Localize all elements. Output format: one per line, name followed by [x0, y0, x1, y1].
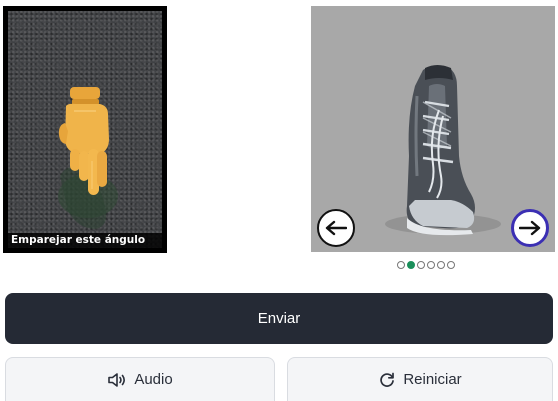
carousel-pagination — [397, 260, 455, 270]
refresh-icon — [378, 371, 396, 389]
arrow-right-icon — [519, 220, 541, 236]
audio-button-label: Audio — [134, 371, 173, 388]
audio-button[interactable]: Audio — [5, 357, 275, 401]
reference-image-frame: Emparejar este ángulo — [3, 6, 167, 253]
captcha-widget: Emparejar este ángulo Enviar Audio Reini… — [0, 0, 558, 401]
previous-image-button[interactable] — [317, 209, 355, 247]
reference-caption: Emparejar este ángulo — [8, 233, 162, 248]
speaker-icon — [107, 372, 127, 388]
hand-pointing-down-icon — [58, 87, 118, 229]
next-image-button[interactable] — [511, 209, 549, 247]
pagination-dot[interactable] — [397, 261, 405, 269]
pagination-dot[interactable] — [417, 261, 425, 269]
reference-image: Emparejar este ángulo — [8, 11, 162, 248]
arrow-left-icon — [325, 220, 347, 236]
pagination-dot[interactable] — [447, 261, 455, 269]
rotation-image-carousel — [311, 6, 555, 252]
reset-button-label: Reiniciar — [403, 371, 462, 388]
reset-button[interactable]: Reiniciar — [287, 357, 553, 401]
submit-button-label: Enviar — [257, 310, 301, 327]
pagination-dot[interactable] — [437, 261, 445, 269]
submit-button[interactable]: Enviar — [5, 293, 553, 344]
pagination-dot-active[interactable] — [407, 261, 415, 269]
pagination-dot[interactable] — [427, 261, 435, 269]
